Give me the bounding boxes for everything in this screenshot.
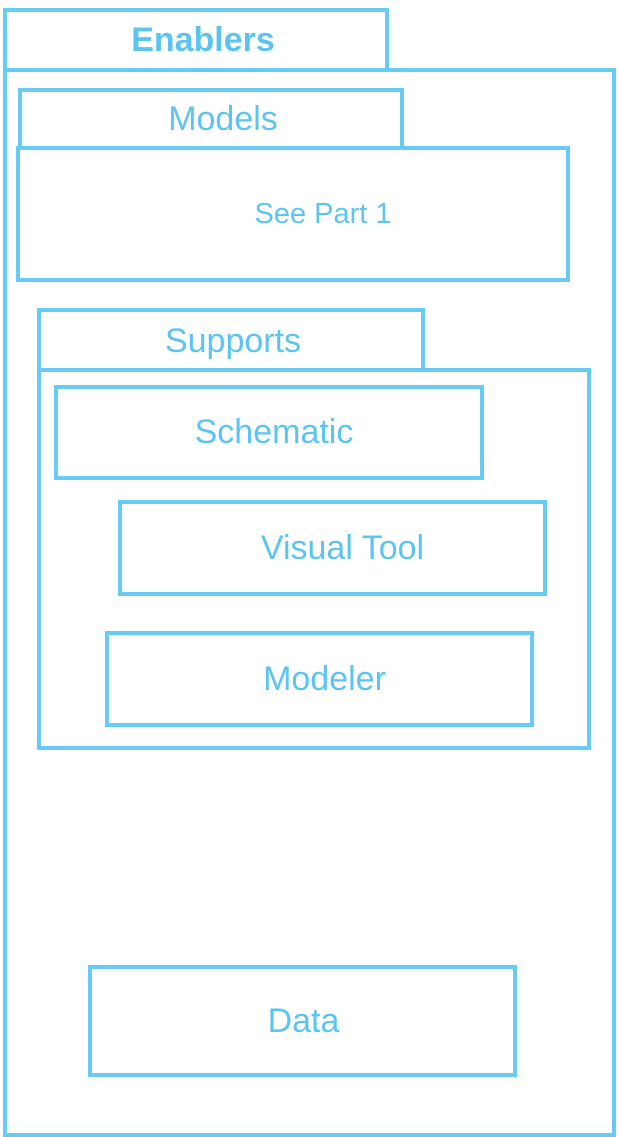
visual-tool-box: Visual Tool [118, 500, 547, 596]
enablers-title: Enablers [131, 20, 275, 59]
models-title: Models [168, 99, 278, 138]
schematic-label: Schematic [194, 413, 354, 451]
visual-tool-label: Visual Tool [260, 528, 425, 567]
enablers-tab: Enablers [3, 8, 389, 72]
data-box: Data [88, 965, 517, 1077]
models-content-text: See Part 1 [254, 197, 392, 230]
supports-tab: Supports [37, 308, 425, 374]
modeler-box: Modeler [105, 631, 534, 727]
data-label: Data [267, 1001, 340, 1040]
models-tab: Models [18, 88, 404, 150]
schematic-box: Schematic [54, 385, 484, 480]
modeler-label: Modeler [263, 659, 386, 698]
supports-title: Supports [164, 321, 302, 360]
models-content-box: See Part 1 [16, 146, 570, 282]
